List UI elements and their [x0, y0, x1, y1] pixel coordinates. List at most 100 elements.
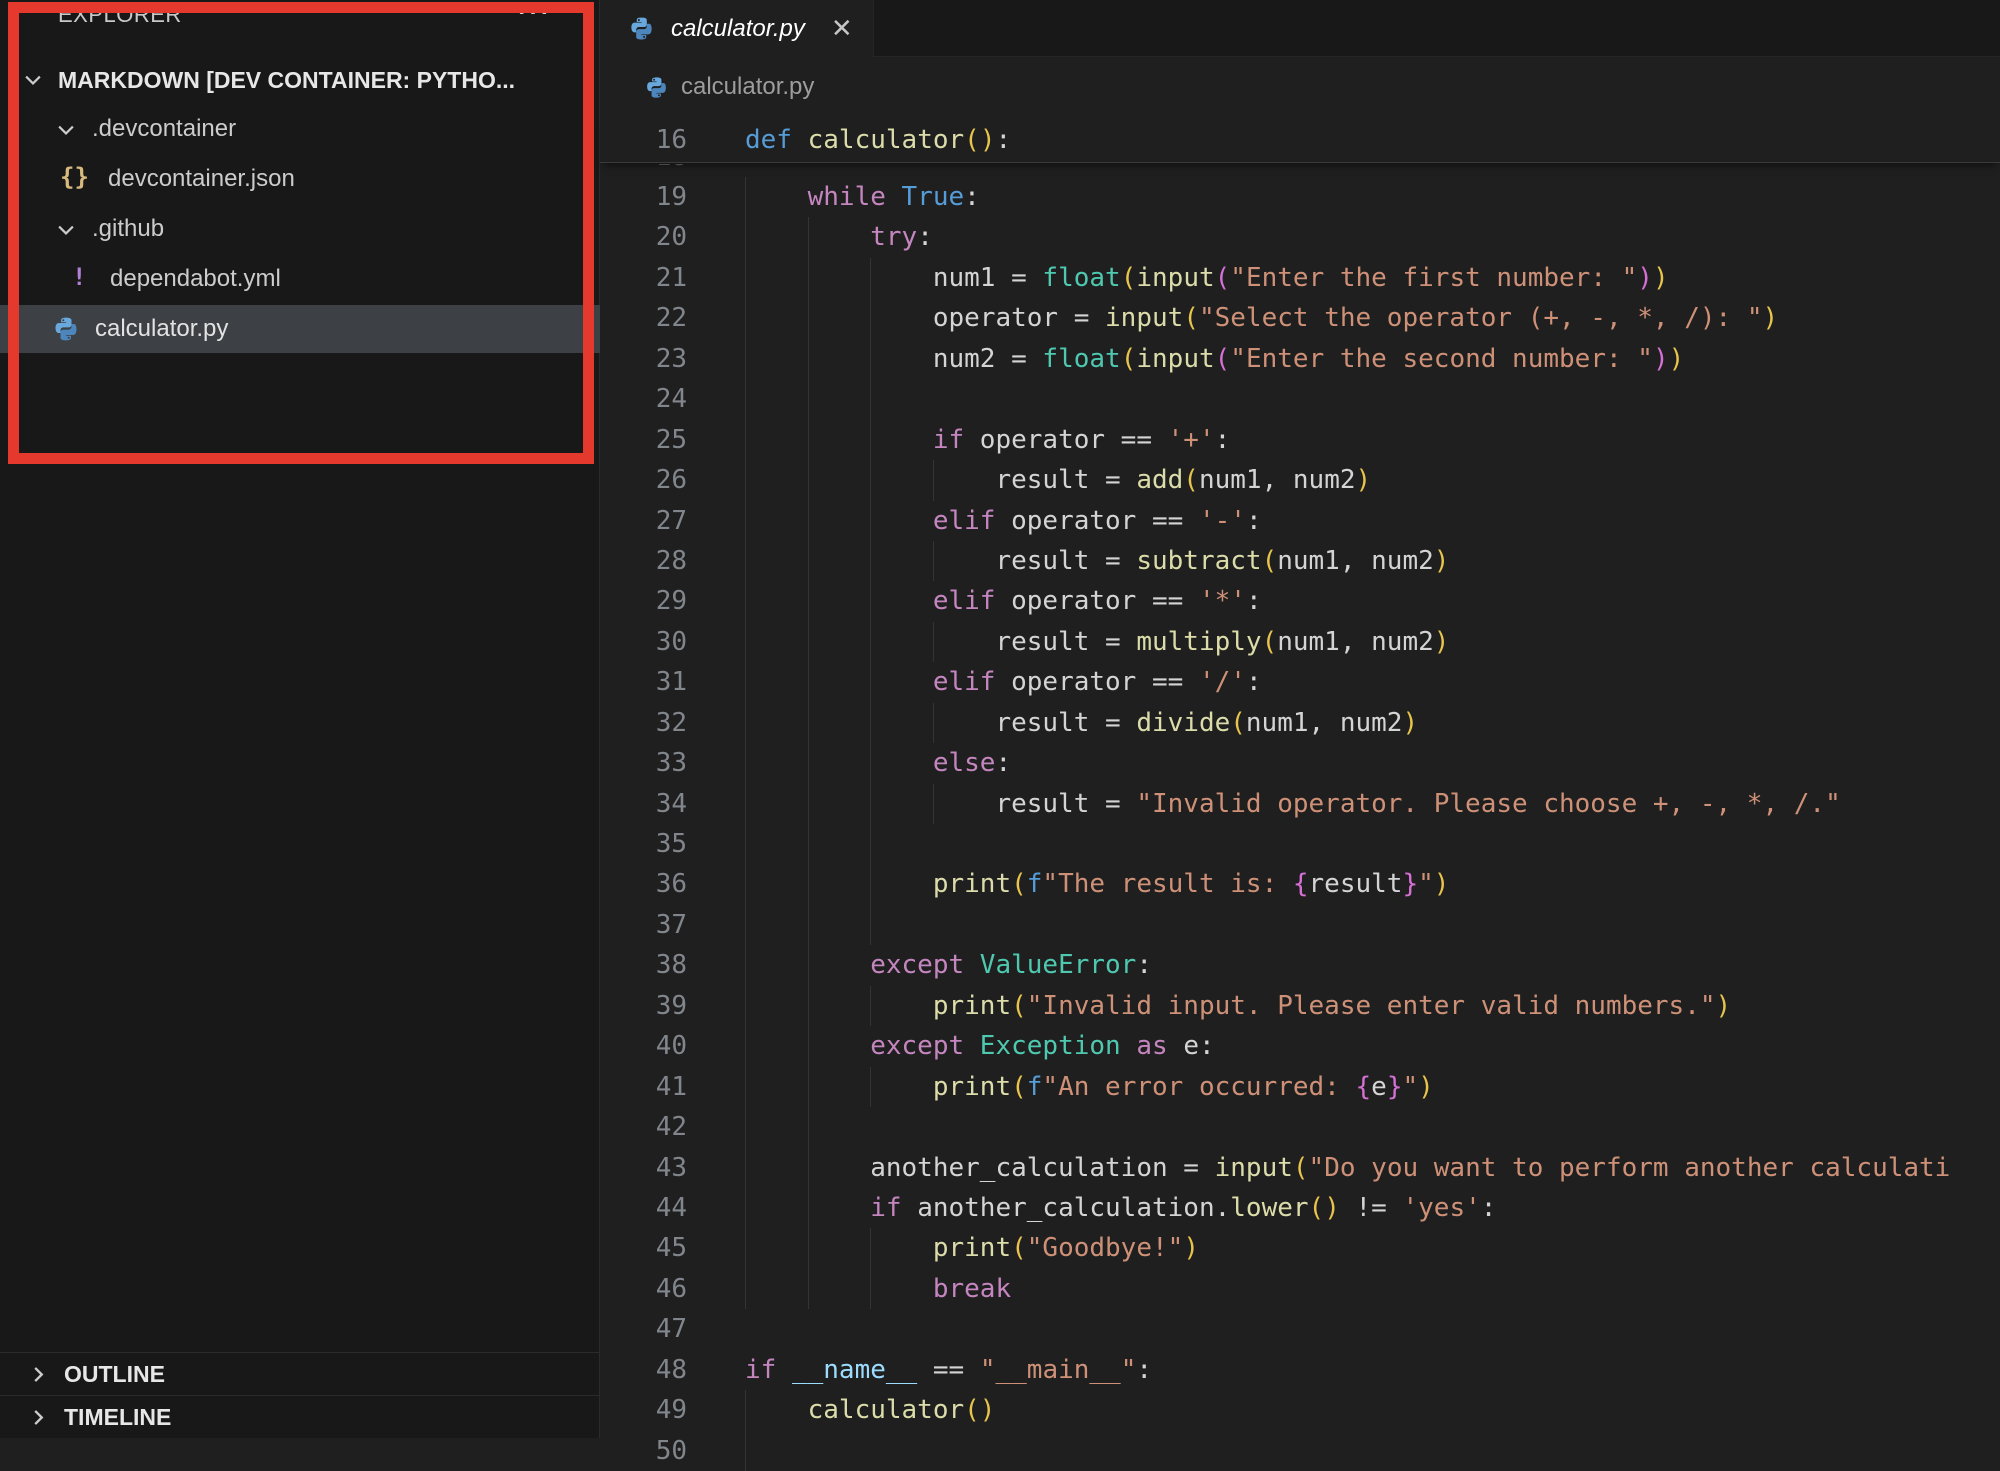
- code-line[interactable]: 47: [600, 1309, 2000, 1349]
- line-number[interactable]: 23: [600, 339, 745, 379]
- indent-guide: [745, 986, 808, 1026]
- line-number[interactable]: 16: [600, 117, 745, 163]
- line-number[interactable]: 37: [600, 905, 745, 945]
- code-line[interactable]: 38except ValueError:: [600, 945, 2000, 985]
- file-label: .devcontainer: [92, 115, 236, 143]
- code-line[interactable]: 26result = add(num1, num2): [600, 460, 2000, 500]
- tab-bar: calculator.py ✕: [600, 0, 2000, 57]
- code-line[interactable]: 37: [600, 905, 2000, 945]
- code-line[interactable]: 31elif operator == '/':: [600, 662, 2000, 702]
- code-line[interactable]: 25if operator == '+':: [600, 420, 2000, 460]
- line-number[interactable]: 45: [600, 1228, 745, 1268]
- python-icon: [644, 75, 669, 100]
- tab-calculator-py[interactable]: calculator.py ✕: [600, 0, 874, 57]
- indent-guide: [870, 662, 933, 702]
- file-label: .github: [92, 215, 164, 243]
- code-line[interactable]: 24: [600, 379, 2000, 419]
- code-line[interactable]: 44if another_calculation.lower() != 'yes…: [600, 1188, 2000, 1228]
- code-line[interactable]: 20try:: [600, 217, 2000, 257]
- line-number[interactable]: 38: [600, 945, 745, 985]
- line-number[interactable]: 25: [600, 420, 745, 460]
- line-number[interactable]: 47: [600, 1309, 745, 1349]
- sidebar-item-github-folder[interactable]: .github: [0, 205, 600, 255]
- sidebar-item-calculator-py[interactable]: calculator.py: [0, 305, 600, 353]
- code-line[interactable]: 36print(f"The result is: {result}"): [600, 864, 2000, 904]
- indent-guide: [808, 339, 871, 379]
- line-number[interactable]: 50: [600, 1431, 745, 1471]
- sidebar-item-devcontainer-folder[interactable]: .devcontainer: [0, 105, 600, 155]
- code-line[interactable]: 40except Exception as e:: [600, 1026, 2000, 1066]
- outline-section-header[interactable]: OUTLINE: [0, 1352, 600, 1395]
- sticky-scroll-line[interactable]: 16def calculator():: [600, 117, 2000, 163]
- code-line[interactable]: 39print("Invalid input. Please enter val…: [600, 986, 2000, 1026]
- line-number[interactable]: 35: [600, 824, 745, 864]
- line-number[interactable]: 28: [600, 541, 745, 581]
- chevron-down-icon: [55, 219, 77, 241]
- line-number[interactable]: 41: [600, 1067, 745, 1107]
- code-line[interactable]: 49calculator(): [600, 1390, 2000, 1430]
- code-line[interactable]: 46break: [600, 1269, 2000, 1309]
- code-line[interactable]: 23num2 = float(input("Enter the second n…: [600, 339, 2000, 379]
- close-icon[interactable]: ✕: [831, 13, 853, 44]
- code-line[interactable]: 42: [600, 1107, 2000, 1147]
- more-actions-icon[interactable]: ⋯: [516, 0, 552, 32]
- code-line[interactable]: 50: [600, 1431, 2000, 1471]
- code-line[interactable]: 43another_calculation = input("Do you wa…: [600, 1148, 2000, 1188]
- indent-guide: [870, 258, 933, 298]
- python-icon: [52, 315, 80, 343]
- line-number[interactable]: 36: [600, 864, 745, 904]
- line-number[interactable]: 27: [600, 501, 745, 541]
- workspace-label: MARKDOWN [DEV CONTAINER: PYTHO...: [58, 67, 515, 94]
- indent-guide: [808, 258, 871, 298]
- sidebar-item-devcontainer-json[interactable]: {} devcontainer.json: [0, 155, 600, 205]
- code-line[interactable]: 41print(f"An error occurred: {e}"): [600, 1067, 2000, 1107]
- line-number[interactable]: 32: [600, 703, 745, 743]
- code-line[interactable]: 27elif operator == '-':: [600, 501, 2000, 541]
- line-number[interactable]: 44: [600, 1188, 745, 1228]
- line-number[interactable]: 26: [600, 460, 745, 500]
- file-label: devcontainer.json: [108, 165, 295, 193]
- line-number[interactable]: 40: [600, 1026, 745, 1066]
- indent-guide: [745, 784, 808, 824]
- code-line[interactable]: 35: [600, 824, 2000, 864]
- line-number[interactable]: 31: [600, 662, 745, 702]
- line-number[interactable]: 33: [600, 743, 745, 783]
- line-number[interactable]: 30: [600, 622, 745, 662]
- workspace-header[interactable]: MARKDOWN [DEV CONTAINER: PYTHO...: [0, 55, 600, 105]
- line-number[interactable]: 29: [600, 581, 745, 621]
- line-number[interactable]: 22: [600, 298, 745, 338]
- line-number[interactable]: 48: [600, 1350, 745, 1390]
- breadcrumb[interactable]: calculator.py: [600, 57, 814, 117]
- line-number[interactable]: 46: [600, 1269, 745, 1309]
- code-line[interactable]: 32result = divide(num1, num2): [600, 703, 2000, 743]
- indent-guide: [808, 1148, 871, 1188]
- code-line[interactable]: 19while True:: [600, 177, 2000, 217]
- line-number[interactable]: 42: [600, 1107, 745, 1147]
- code-line[interactable]: 21num1 = float(input("Enter the first nu…: [600, 258, 2000, 298]
- sidebar-item-dependabot-yml[interactable]: ! dependabot.yml: [0, 255, 600, 305]
- code-line[interactable]: 48if __name__ == "__main__":: [600, 1350, 2000, 1390]
- line-number[interactable]: 39: [600, 986, 745, 1026]
- code-line[interactable]: 30result = multiply(num1, num2): [600, 622, 2000, 662]
- line-number[interactable]: 49: [600, 1390, 745, 1430]
- code-line[interactable]: 22operator = input("Select the operator …: [600, 298, 2000, 338]
- code-line[interactable]: 33else:: [600, 743, 2000, 783]
- code-line[interactable]: 34result = "Invalid operator. Please cho…: [600, 784, 2000, 824]
- code-line[interactable]: 29elif operator == '*':: [600, 581, 2000, 621]
- line-number[interactable]: 20: [600, 217, 745, 257]
- indent-guide: [745, 460, 808, 500]
- code-line[interactable]: 28result = subtract(num1, num2): [600, 541, 2000, 581]
- indent-guide: [933, 541, 996, 581]
- line-number[interactable]: 19: [600, 177, 745, 217]
- line-number[interactable]: 34: [600, 784, 745, 824]
- code-line[interactable]: 45print("Goodbye!"): [600, 1228, 2000, 1268]
- tab-title: calculator.py: [671, 15, 805, 43]
- indent-guide: [870, 501, 933, 541]
- indent-guide: [808, 662, 871, 702]
- line-number[interactable]: 24: [600, 379, 745, 419]
- line-number[interactable]: 43: [600, 1148, 745, 1188]
- indent-guide: [870, 743, 933, 783]
- timeline-section-header[interactable]: TIMELINE: [0, 1395, 600, 1438]
- indent-guide: [870, 1269, 933, 1309]
- line-number[interactable]: 21: [600, 258, 745, 298]
